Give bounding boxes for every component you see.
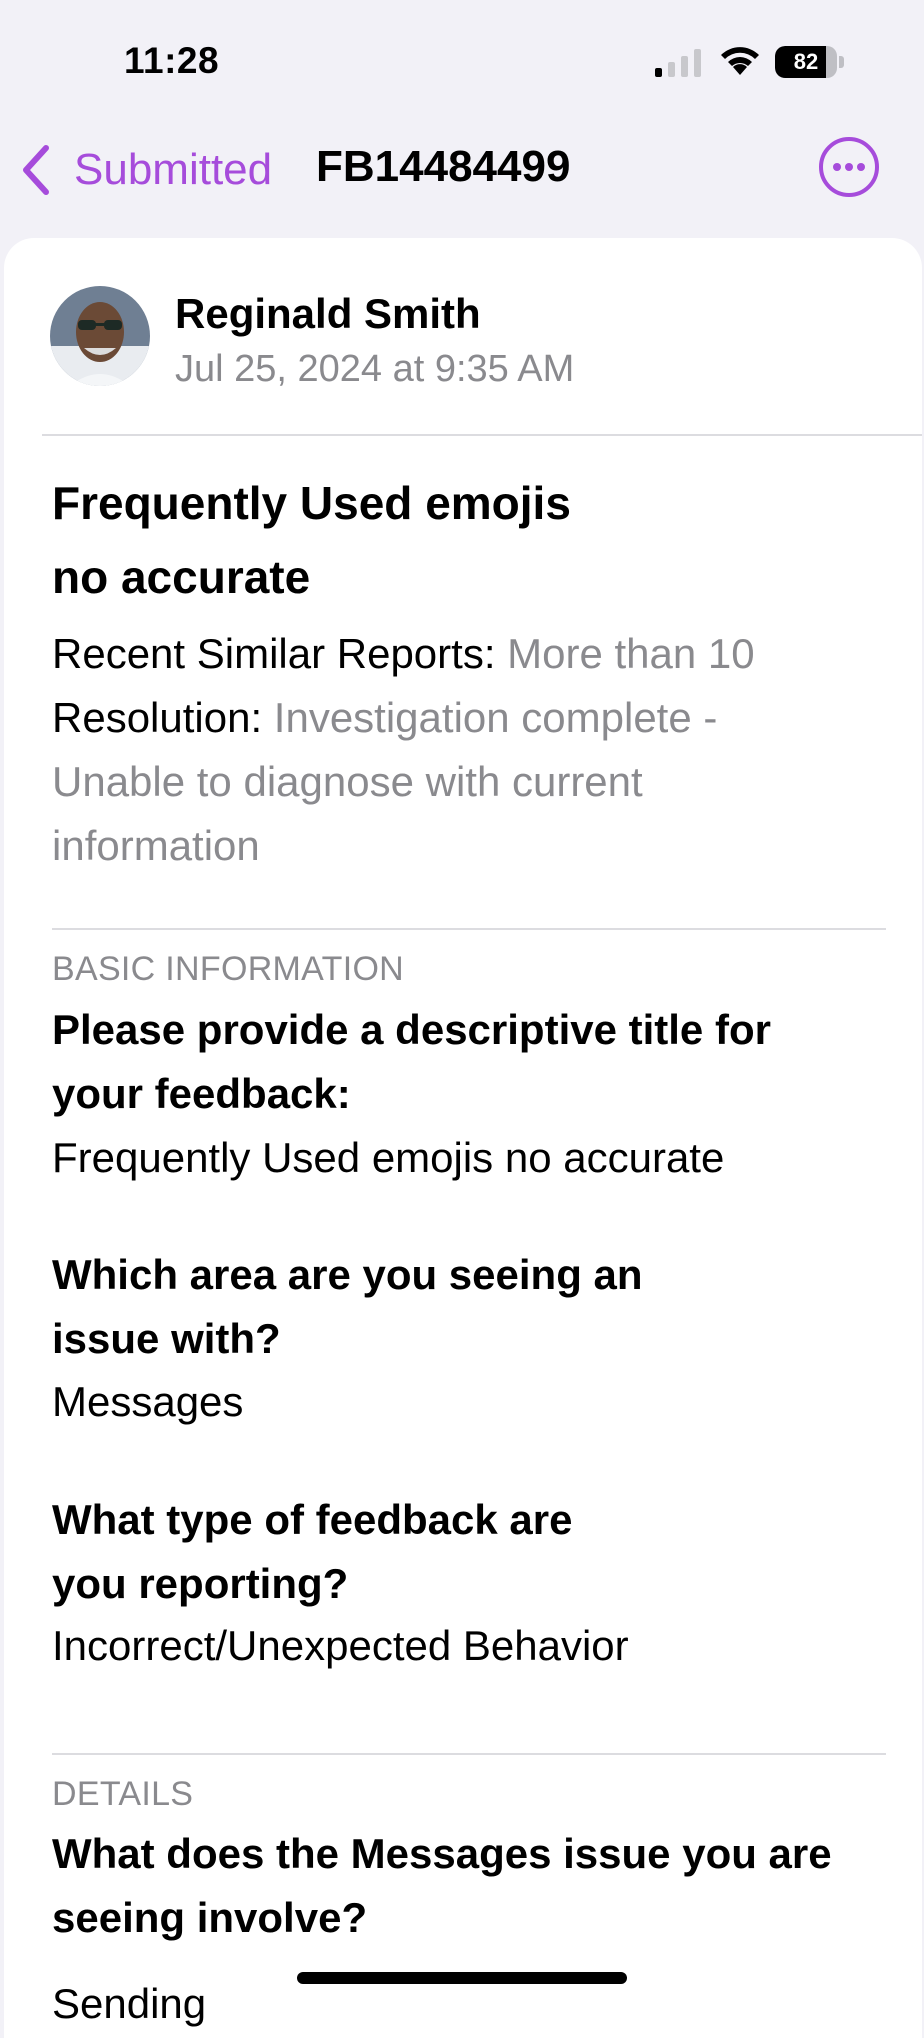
home-indicator[interactable]	[297, 1972, 627, 1984]
feedback-id-title: FB14484499	[316, 142, 571, 191]
navigation-bar: Submitted FB14484499	[0, 120, 924, 220]
similar-reports-row: Recent Similar Reports: More than 10	[52, 622, 852, 686]
chevron-left-icon	[23, 145, 49, 195]
status-time: 11:28	[124, 40, 220, 81]
cellular-signal-icon	[655, 49, 701, 77]
battery-level-text: 82	[793, 49, 819, 74]
question-area: Which area are you seeing an issue with?	[52, 1251, 643, 1362]
similar-reports-value: More than 10	[507, 630, 755, 677]
battery-icon: 82	[775, 46, 845, 78]
divider	[42, 434, 922, 436]
submission-date: Jul 25, 2024 at 9:35 AM	[175, 348, 575, 390]
similar-reports-label: Recent Similar Reports:	[52, 630, 496, 677]
ellipsis-circle-icon[interactable]	[818, 136, 880, 198]
divider	[52, 928, 886, 930]
question-messages-issue: What does the Messages issue you are see…	[52, 1830, 832, 1941]
back-button-label: Submitted	[74, 145, 273, 194]
answer-title: Frequently Used emojis no accurate	[52, 1134, 725, 1181]
section-header-details: DETAILS	[52, 1775, 194, 1813]
resolution-row: Resolution: Investigation complete - Una…	[52, 686, 852, 878]
avatar	[50, 286, 150, 386]
question-feedback-type: What type of feedback are you reporting?	[52, 1496, 573, 1607]
section-header-basic-information: BASIC INFORMATION	[52, 950, 405, 988]
feedback-detail-card: Reginald Smith Jul 25, 2024 at 9:35 AM F…	[4, 238, 922, 2038]
wifi-icon	[721, 47, 759, 75]
report-title: Frequently Used emojis no accurate	[52, 477, 571, 603]
author-name: Reginald Smith	[175, 290, 481, 337]
resolution-label: Resolution:	[52, 694, 263, 741]
divider	[52, 1753, 886, 1755]
report-status: Recent Similar Reports: More than 10 Res…	[52, 622, 852, 878]
status-bar: 11:28 82	[0, 0, 924, 120]
question-title: Please provide a descriptive title for y…	[52, 1006, 771, 1117]
answer-area: Messages	[52, 1378, 244, 1425]
answer-feedback-type: Incorrect/Unexpected Behavior	[52, 1622, 629, 1669]
back-button[interactable]: Submitted	[18, 138, 272, 202]
author-header: Reginald Smith Jul 25, 2024 at 9:35 AM	[50, 286, 910, 390]
